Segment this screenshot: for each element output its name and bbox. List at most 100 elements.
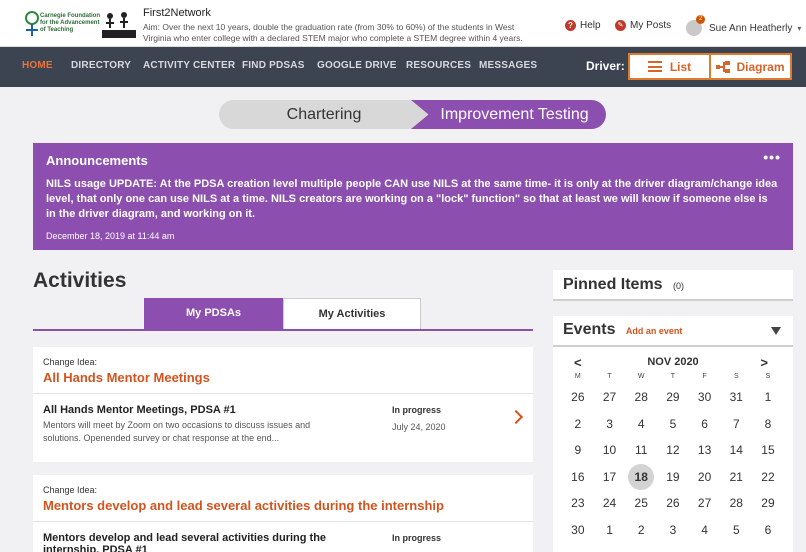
more-options-icon[interactable]: ••• xyxy=(763,149,781,165)
calendar-day-number: 6 xyxy=(701,416,708,431)
next-month-button[interactable]: > xyxy=(760,355,768,370)
carnegie-logo[interactable]: Carnegie Foundation for the Advancement … xyxy=(22,8,137,42)
pinned-items-count: (0) xyxy=(673,281,685,291)
calendar-day-number: 12 xyxy=(666,443,680,457)
help-link[interactable]: ? Help xyxy=(565,20,601,31)
calendar-day[interactable]: 8 xyxy=(752,411,784,438)
calendar-day-number: 4 xyxy=(637,416,645,431)
prev-month-button[interactable]: < xyxy=(574,355,582,370)
nav-activity-center[interactable]: ACTIVITY CENTER xyxy=(143,60,235,71)
calendar-day[interactable]: 31 xyxy=(720,384,752,411)
calendar-day-number: 13 xyxy=(697,443,712,457)
nav-directory[interactable]: DIRECTORY xyxy=(71,60,131,71)
pdsa-date: July 24, 2020 xyxy=(392,422,446,432)
calendar-day-number: 21 xyxy=(729,469,743,484)
calendar-day-number: 20 xyxy=(697,469,712,484)
calendar-day[interactable]: 3 xyxy=(657,517,689,544)
calendar: < NOV 2020 > M T W T F S S 26 27 28 29 30 31 1 2 3 4 5 6 7 8… xyxy=(562,355,784,544)
top-header: Carnegie Foundation for the Advancement … xyxy=(0,0,806,47)
phase-chartering[interactable]: Chartering xyxy=(219,100,429,129)
calendar-day[interactable]: 30 xyxy=(562,517,594,544)
nav-resources[interactable]: RESOURCES xyxy=(406,60,471,71)
phase-improvement-testing[interactable]: Improvement Testing xyxy=(411,100,606,129)
calendar-day[interactable]: 26 xyxy=(562,384,594,411)
calendar-day[interactable]: 2 xyxy=(625,517,657,544)
driver-diagram-button[interactable]: Diagram xyxy=(709,55,790,78)
change-idea-header: Change Idea: Mentors develop and lead se… xyxy=(33,475,533,522)
calendar-day[interactable]: 29 xyxy=(752,490,784,517)
avatar: 2 xyxy=(686,15,705,36)
calendar-day[interactable]: 4 xyxy=(689,517,721,544)
calendar-day[interactable]: 17 xyxy=(594,464,626,491)
nav-find-pdsas[interactable]: FIND PDSAS xyxy=(242,60,305,71)
announcements-panel: Announcements NILS usage UPDATE: At the … xyxy=(33,143,793,250)
calendar-day[interactable]: 23 xyxy=(562,490,594,517)
calendar-day[interactable]: 22 xyxy=(752,464,784,491)
driver-list-button[interactable]: List xyxy=(630,55,709,78)
my-posts-link[interactable]: ✎ My Posts xyxy=(615,20,671,31)
calendar-day[interactable]: 27 xyxy=(689,490,721,517)
calendar-day[interactable]: 28 xyxy=(625,384,657,411)
change-idea-card: Change Idea: All Hands Mentor Meetings A… xyxy=(33,347,533,462)
calendar-day[interactable]: 28 xyxy=(720,490,752,517)
calendar-day[interactable]: 9 xyxy=(562,437,594,464)
calendar-day[interactable]: 5 xyxy=(657,411,689,438)
calendar-day-number: 1 xyxy=(764,390,772,404)
calendar-day[interactable]: 29 xyxy=(657,384,689,411)
change-idea-card: Change Idea: Mentors develop and lead se… xyxy=(33,475,533,552)
calendar-day[interactable]: 14 xyxy=(720,437,752,464)
weekday-label: F xyxy=(702,373,707,380)
user-menu[interactable]: 2 Sue Ann Heatherly ▾ xyxy=(686,15,801,36)
pdsa-row[interactable]: Mentors develop and lead several activit… xyxy=(33,522,533,552)
calendar-day[interactable]: 12 xyxy=(657,437,689,464)
change-idea-title[interactable]: All Hands Mentor Meetings xyxy=(43,370,523,385)
calendar-day[interactable]: 20 xyxy=(689,464,721,491)
calendar-day[interactable]: 24 xyxy=(594,490,626,517)
nav-messages[interactable]: MESSAGES xyxy=(479,60,537,71)
calendar-day[interactable]: 30 xyxy=(689,384,721,411)
nav-google-drive[interactable]: GOOGLE DRIVE xyxy=(317,60,397,71)
calendar-day[interactable]: 7 xyxy=(720,411,752,438)
calendar-day[interactable]: 26 xyxy=(657,490,689,517)
calendar-day-number: 17 xyxy=(602,469,617,484)
calendar-day-number: 28 xyxy=(634,390,648,404)
weekday-label: W xyxy=(637,373,645,380)
calendar-day-number: 31 xyxy=(729,390,743,404)
tab-my-pdsas[interactable]: My PDSAs xyxy=(144,298,283,329)
calendar-day-number: 10 xyxy=(602,443,617,457)
driver-list-label: List xyxy=(669,59,692,74)
pdsa-title: Mentors develop and lead several activit… xyxy=(43,532,327,552)
calendar-day[interactable]: 4 xyxy=(625,411,657,438)
change-idea-title[interactable]: Mentors develop and lead several activit… xyxy=(43,498,523,513)
nav-home[interactable]: HOME xyxy=(22,60,53,71)
calendar-day[interactable]: 16 xyxy=(562,464,594,491)
calendar-day[interactable]: 5 xyxy=(720,517,752,544)
user-name: Sue Ann Heatherly xyxy=(709,22,793,34)
calendar-day[interactable]: 13 xyxy=(689,437,721,464)
calendar-day-number: 26 xyxy=(666,496,680,510)
calendar-day[interactable]: 19 xyxy=(657,464,689,491)
calendar-day-number: 23 xyxy=(571,496,585,510)
calendar-day-today[interactable]: 18 xyxy=(625,463,657,491)
driver-view-toggle: List Diagram xyxy=(628,53,792,80)
calendar-day[interactable]: 27 xyxy=(594,384,626,411)
calendar-day[interactable]: 21 xyxy=(720,464,752,491)
calendar-day[interactable]: 10 xyxy=(594,437,626,464)
network-name[interactable]: First2Network xyxy=(143,7,211,19)
add-event-link[interactable]: Add an event xyxy=(626,326,683,336)
events-panel: Events Add an event < NOV 2020 > M T W T F S S… xyxy=(553,316,793,552)
calendar-day[interactable]: 11 xyxy=(625,437,657,464)
calendar-day[interactable]: 1 xyxy=(752,384,784,411)
calendar-day[interactable]: 3 xyxy=(594,411,626,438)
network-logo-icon xyxy=(102,12,136,38)
calendar-day[interactable]: 6 xyxy=(689,411,721,438)
caret-down-icon[interactable] xyxy=(771,327,781,335)
calendar-day[interactable]: 6 xyxy=(752,517,784,544)
tab-my-activities[interactable]: My Activities xyxy=(283,298,421,329)
calendar-day[interactable]: 25 xyxy=(625,490,657,517)
calendar-day[interactable]: 15 xyxy=(752,437,784,464)
calendar-day[interactable]: 1 xyxy=(594,517,626,544)
pdsa-row[interactable]: All Hands Mentor Meetings, PDSA #1 Mento… xyxy=(33,394,533,455)
calendar-day-number: 29 xyxy=(761,496,775,510)
calendar-day[interactable]: 2 xyxy=(562,411,594,438)
